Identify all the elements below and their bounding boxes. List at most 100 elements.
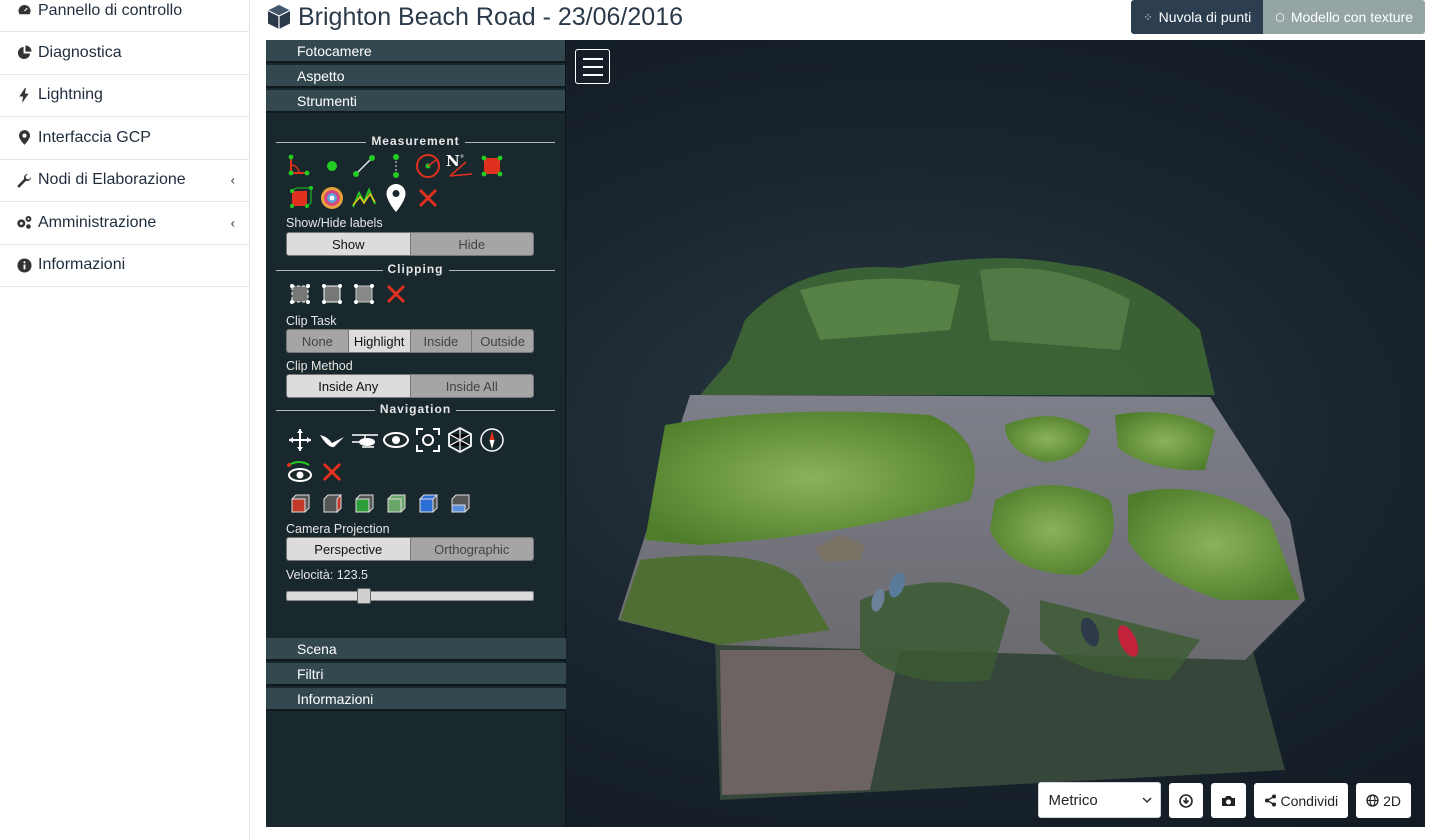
top-view-icon[interactable] bbox=[414, 490, 442, 518]
clip-task-label: Clip Task bbox=[286, 314, 337, 328]
circle-tool-icon[interactable] bbox=[414, 152, 442, 180]
clip-task-highlight[interactable]: Highlight bbox=[348, 330, 411, 352]
nav-item-administration[interactable]: Amministrazione ‹ bbox=[0, 202, 249, 245]
volume-tool-icon[interactable] bbox=[286, 184, 314, 212]
angle-tool-icon[interactable] bbox=[286, 152, 314, 180]
speed-slider-handle[interactable] bbox=[357, 588, 372, 604]
left-view-icon[interactable] bbox=[286, 490, 314, 518]
main-navigation: Pannello di controllo Diagnostica Lightn… bbox=[0, 0, 250, 840]
clip-polygon-icon[interactable] bbox=[286, 280, 314, 308]
info-circle-icon bbox=[16, 257, 32, 273]
map-marker-icon bbox=[16, 130, 32, 146]
distance-tool-icon[interactable] bbox=[350, 152, 378, 180]
chevron-left-icon: ‹ bbox=[230, 215, 235, 231]
annotation-marker-icon[interactable] bbox=[382, 184, 410, 212]
nav-item-diagnostics[interactable]: Diagnostica bbox=[0, 32, 249, 75]
nav-item-label: Diagnostica bbox=[38, 43, 122, 61]
camera-icon bbox=[1221, 795, 1235, 806]
section-filters[interactable]: Filtri bbox=[266, 663, 566, 686]
compass-icon[interactable] bbox=[478, 426, 506, 454]
clip-task-toggle: None Highlight Inside Outside bbox=[286, 329, 534, 353]
clip-task-outside[interactable]: Outside bbox=[472, 330, 533, 352]
dashboard-icon bbox=[16, 2, 32, 18]
speed-slider[interactable] bbox=[286, 588, 534, 604]
app-root: Pannello di controllo Diagnostica Lightn… bbox=[0, 0, 1440, 840]
section-tools[interactable]: Strumenti bbox=[266, 90, 565, 113]
clip-method-toggle: Inside Any Inside All bbox=[286, 374, 534, 398]
view-cube-row bbox=[266, 488, 565, 520]
area-tool-icon[interactable] bbox=[478, 152, 506, 180]
chevron-left-icon: ‹ bbox=[230, 172, 235, 188]
nav-item-gcp-interface[interactable]: Interfaccia GCP bbox=[0, 117, 249, 160]
right-view-icon[interactable] bbox=[318, 490, 346, 518]
menu-toggle-button[interactable] bbox=[575, 49, 610, 84]
clip-task-none[interactable]: None bbox=[287, 330, 349, 352]
perspective-button[interactable]: Perspective bbox=[287, 538, 411, 560]
height-tool-icon[interactable] bbox=[382, 152, 410, 180]
2d-view-button[interactable]: 2D bbox=[1356, 783, 1411, 818]
textured-model-button[interactable]: ⬡ Modello con texture bbox=[1263, 0, 1425, 34]
share-button[interactable]: Condividi bbox=[1253, 783, 1349, 818]
front-view-icon[interactable] bbox=[350, 490, 378, 518]
profile-tool-icon[interactable] bbox=[350, 184, 378, 212]
remove-measurements-icon[interactable] bbox=[414, 184, 442, 212]
nav-item-label: Pannello di controllo bbox=[38, 2, 183, 19]
back-view-icon[interactable] bbox=[382, 490, 410, 518]
clip-volume-icon[interactable] bbox=[350, 280, 378, 308]
show-labels-button[interactable]: Show bbox=[287, 233, 411, 255]
svg-text:N: N bbox=[446, 152, 460, 170]
bolt-icon bbox=[16, 87, 32, 103]
page-title: Brighton Beach Road - 23/06/2016 bbox=[266, 0, 683, 34]
nav-item-lightning[interactable]: Lightning bbox=[0, 75, 249, 117]
navigation-tools-row-1 bbox=[266, 424, 565, 456]
azimuth-tool-icon[interactable]: N ° bbox=[446, 152, 474, 180]
globe-icon bbox=[1366, 794, 1379, 807]
sphere-volume-icon[interactable] bbox=[318, 184, 346, 212]
nav-item-information[interactable]: Informazioni bbox=[0, 245, 249, 287]
clipping-tools-row bbox=[266, 278, 565, 310]
nav-item-label: Informazioni bbox=[38, 256, 126, 274]
clip-method-inside-all[interactable]: Inside All bbox=[410, 375, 533, 397]
wrench-icon bbox=[16, 172, 32, 188]
orbit-controls-icon[interactable] bbox=[382, 426, 410, 454]
bottom-view-icon[interactable] bbox=[446, 490, 474, 518]
fly-controls-icon[interactable] bbox=[318, 426, 346, 454]
menu-bar bbox=[582, 57, 603, 60]
hide-labels-button[interactable]: Hide bbox=[410, 233, 533, 255]
earth-controls-icon[interactable] bbox=[286, 426, 314, 454]
clip-task-inside[interactable]: Inside bbox=[410, 330, 473, 352]
section-cameras[interactable]: Fotocamere bbox=[266, 40, 565, 63]
units-select[interactable]: Metrico bbox=[1037, 782, 1161, 818]
nav-item-processing-nodes[interactable]: Nodi di Elaborazione ‹ bbox=[0, 160, 249, 202]
camera-animation-icon[interactable] bbox=[286, 458, 314, 486]
measurement-title: Measurement bbox=[276, 134, 555, 150]
full-extent-icon[interactable] bbox=[446, 426, 474, 454]
download-button[interactable] bbox=[1168, 783, 1203, 818]
3d-viewer[interactable]: Fotocamere Aspetto Strumenti Measurement… bbox=[266, 40, 1425, 827]
menu-bar bbox=[582, 73, 603, 76]
nav-item-dashboard[interactable]: Pannello di controllo bbox=[0, 0, 249, 32]
show-hide-labels-toggle: Show Hide bbox=[286, 232, 534, 256]
helicopter-controls-icon[interactable] bbox=[350, 426, 378, 454]
bottom-sections: Scena Filtri Informazioni bbox=[266, 638, 566, 713]
point-cloud-button[interactable]: ⁘ Nuvola di punti bbox=[1131, 0, 1264, 34]
potree-sidebar: Fotocamere Aspetto Strumenti Measurement… bbox=[266, 40, 566, 827]
chart-pie-icon bbox=[16, 45, 32, 61]
section-appearance[interactable]: Aspetto bbox=[266, 65, 565, 88]
viewer-controls: Metrico Condividi 2D bbox=[1037, 782, 1411, 818]
section-information[interactable]: Informazioni bbox=[266, 688, 566, 711]
focus-icon[interactable] bbox=[414, 426, 442, 454]
orthographic-button[interactable]: Orthographic bbox=[410, 538, 533, 560]
point-tool-icon[interactable] bbox=[318, 152, 346, 180]
screenshot-button[interactable] bbox=[1210, 783, 1246, 818]
clip-method-inside-any[interactable]: Inside Any bbox=[287, 375, 411, 397]
camera-projection-label: Camera Projection bbox=[286, 522, 390, 536]
section-scene[interactable]: Scena bbox=[266, 638, 566, 661]
chevron-down-icon bbox=[1141, 796, 1152, 803]
textured-model-label: Modello con texture bbox=[1290, 9, 1413, 25]
clip-box-icon[interactable] bbox=[318, 280, 346, 308]
remove-clipping-icon[interactable] bbox=[382, 280, 410, 308]
show-hide-labels-label: Show/Hide labels bbox=[286, 216, 383, 230]
nav-item-label: Amministrazione bbox=[38, 213, 157, 231]
remove-camera-animation-icon[interactable] bbox=[318, 458, 346, 486]
